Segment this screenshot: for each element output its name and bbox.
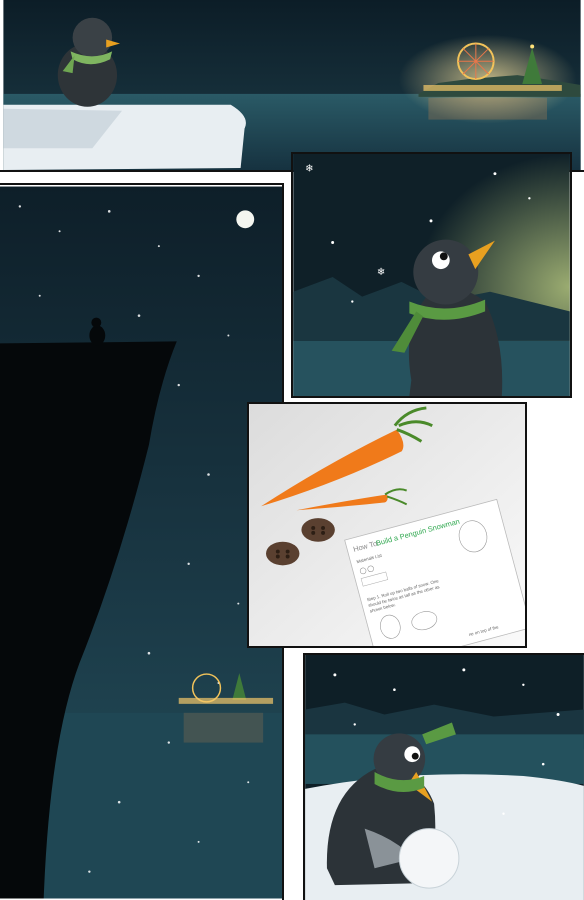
snowflake-icon: ❄ <box>305 164 313 175</box>
button-icon <box>301 518 335 542</box>
panel-3-art: ❄ ❄ <box>293 154 570 396</box>
panel-2 <box>0 183 284 900</box>
panel-1 <box>0 0 584 172</box>
moon-icon <box>236 210 255 229</box>
panel-1-art <box>3 0 581 170</box>
panel-5 <box>303 653 584 900</box>
panel-5-art <box>305 655 584 900</box>
panel-4: How To: Build a Penguin Snowman Material… <box>247 402 527 648</box>
snowflake-icon: ❄ <box>377 267 385 278</box>
panel-2-art <box>0 186 282 899</box>
snowball <box>398 828 460 889</box>
panel-4-art: How To: Build a Penguin Snowman Material… <box>249 404 525 646</box>
button-icon <box>266 541 300 566</box>
panel-3: ❄ ❄ <box>291 152 572 398</box>
